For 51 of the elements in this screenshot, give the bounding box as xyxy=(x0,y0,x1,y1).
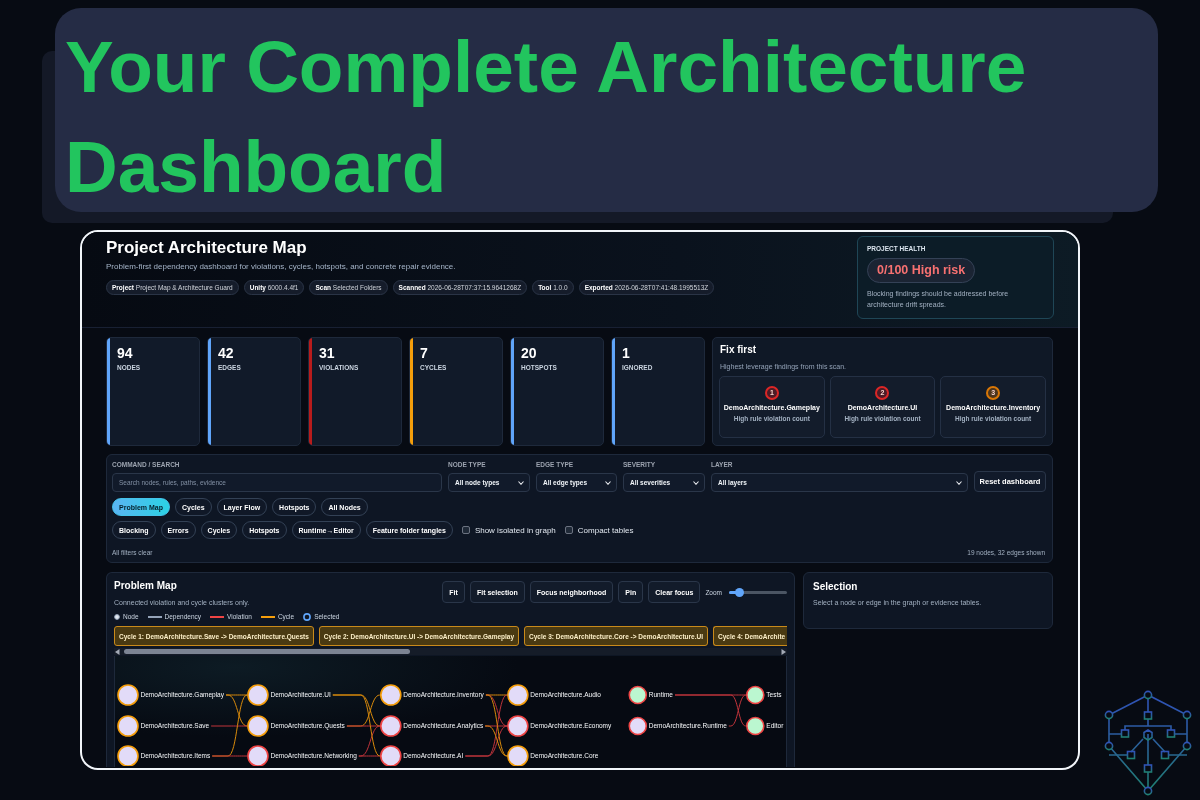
graph-node[interactable] xyxy=(507,684,529,706)
graph-node[interactable] xyxy=(117,684,139,706)
chevron-down-icon xyxy=(956,480,962,485)
graph-node[interactable] xyxy=(117,715,139,737)
checkbox-label: Show isolated in graph xyxy=(474,525,556,535)
dependency-edge[interactable] xyxy=(358,755,381,757)
graph-node[interactable] xyxy=(746,685,765,705)
chevron-down-icon xyxy=(518,480,524,485)
graph-node[interactable] xyxy=(380,715,402,737)
graph-node[interactable] xyxy=(507,745,529,766)
scroll-left-arrow-icon[interactable] xyxy=(115,648,120,655)
stat-value: 31 xyxy=(319,345,336,361)
checkbox[interactable] xyxy=(461,526,470,534)
dashboard-subtitle: Problem-first dependency dashboard for violations, cycles, hotspots, and concrete repair evidence. xyxy=(106,262,457,272)
dependency-edge[interactable] xyxy=(484,725,508,757)
dependency-edge[interactable] xyxy=(485,694,508,757)
banner-title: Your Complete Architecture Dashboard xyxy=(65,25,1028,209)
dot-icon xyxy=(114,613,120,620)
zoom-slider-track[interactable] xyxy=(729,587,787,597)
slider-thumb[interactable] xyxy=(734,587,744,597)
graph-node[interactable] xyxy=(247,745,269,766)
dependency-edge[interactable] xyxy=(225,694,248,727)
scroll-right-arrow-icon[interactable] xyxy=(781,648,786,655)
fix-first-title: Fix first xyxy=(720,344,758,356)
graph-node[interactable] xyxy=(117,745,139,766)
checkbox[interactable] xyxy=(564,526,573,534)
stat-value: 94 xyxy=(117,345,134,361)
health-score: 0/100 High risk xyxy=(867,258,976,283)
graph-node[interactable] xyxy=(380,684,402,706)
graph-node[interactable] xyxy=(628,685,648,705)
dependency-edge[interactable] xyxy=(485,694,508,727)
stat-value: 1 xyxy=(622,345,631,361)
dependency-edge[interactable] xyxy=(346,725,381,727)
scrollbar-thumb[interactable] xyxy=(124,649,410,654)
graph-node[interactable] xyxy=(247,715,269,737)
graph-node[interactable] xyxy=(247,684,269,706)
dependency-edge[interactable] xyxy=(210,725,248,727)
shield-logo-icon xyxy=(1103,690,1193,796)
chevron-down-icon xyxy=(605,480,611,485)
dashboard-title: Project Architecture Map xyxy=(106,238,308,258)
graph-node[interactable] xyxy=(628,716,648,736)
stat-value: 20 xyxy=(521,345,538,361)
graph-node[interactable] xyxy=(746,716,765,736)
panel-title: Selection xyxy=(813,581,859,593)
stat-value: 42 xyxy=(218,345,235,361)
checkbox-label: Compact tables xyxy=(577,525,634,535)
stat-value: 7 xyxy=(420,345,429,361)
graph-node[interactable] xyxy=(380,745,402,766)
graph-node[interactable] xyxy=(507,715,529,737)
panel-title: Problem Map xyxy=(114,580,178,592)
chevron-down-icon xyxy=(693,480,699,485)
